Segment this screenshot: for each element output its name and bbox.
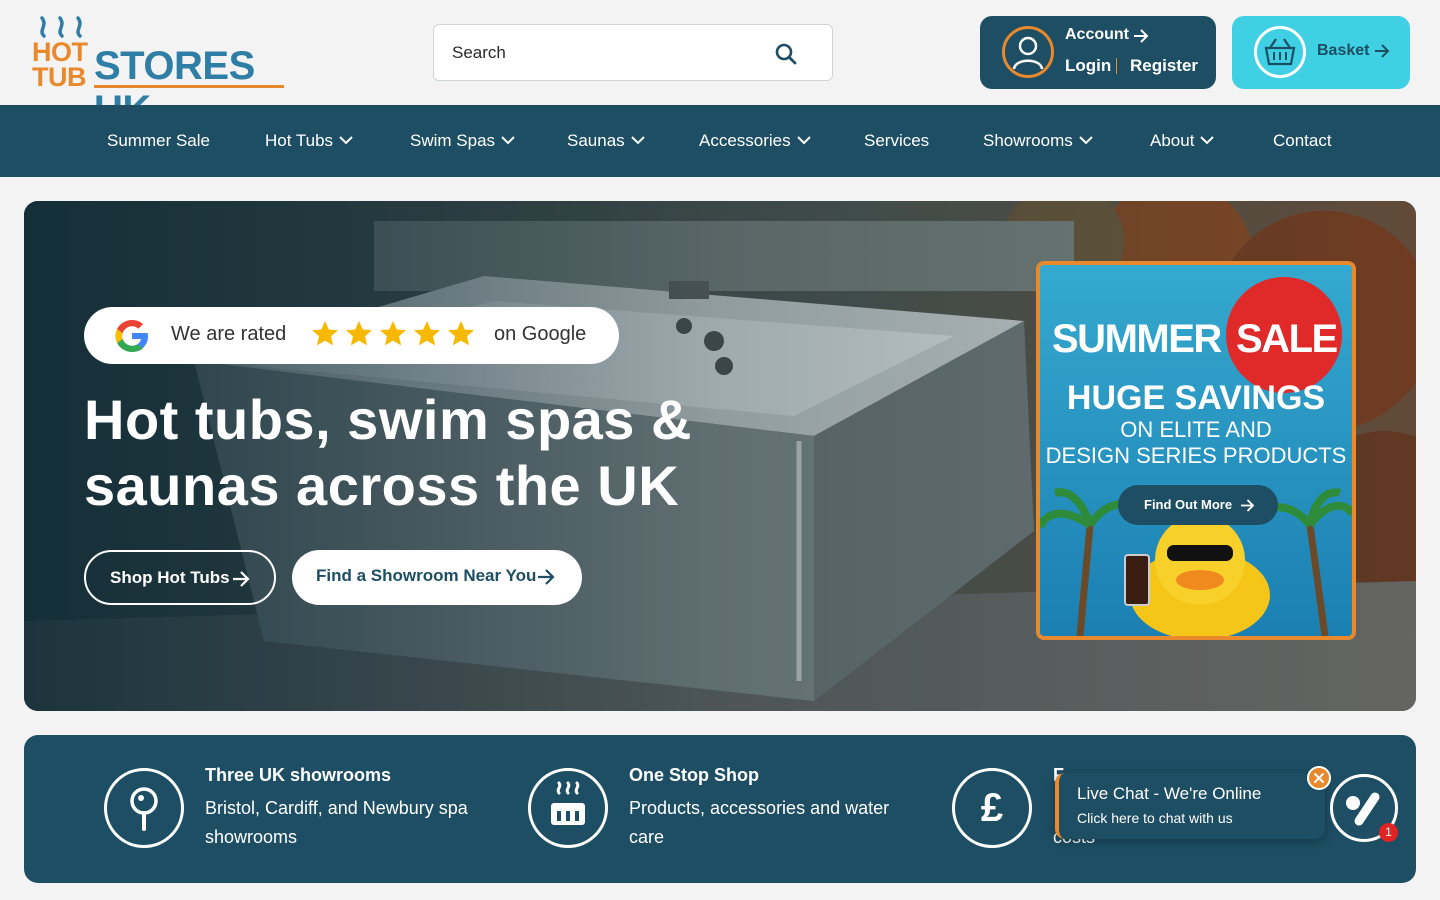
nav-label: Hot Tubs [265,131,334,150]
logo-tub: TUB [32,62,87,92]
search-box [433,24,833,81]
basket-label: Basket [1317,42,1370,59]
nav-label: Accessories [699,131,791,150]
chevron-down-icon [501,135,515,144]
feature-title: One Stop Shop [629,765,759,785]
google-rating-badge: We are rated on Google [84,307,619,364]
arrow-right-icon [538,569,555,585]
hero-banner: We are rated on Google Hot tubs, swim sp… [24,201,1416,711]
nav-item-hot-tubs[interactable]: Hot Tubs [265,105,353,177]
five-stars-icon [312,321,474,346]
live-chat-popup[interactable]: Live Chat - We're Online Click here to c… [1055,773,1325,839]
promo-sale: SALE [1236,317,1338,361]
nav-item-showrooms[interactable]: Showrooms [983,105,1093,177]
chevron-down-icon [1079,135,1093,144]
svg-text:£: £ [981,786,1003,830]
logo-underline [94,85,284,88]
promo-summer: SUMMER [1052,317,1222,361]
find-out-more-button[interactable]: Find Out More [1118,485,1278,525]
nav-item-accessories[interactable]: Accessories [699,105,811,177]
feature-description: Bristol, Cardiff, and Newbury spa showro… [205,798,468,847]
basket-button[interactable]: Basket [1232,16,1410,89]
button-label: Find Out More [1144,497,1233,512]
nav-item-about[interactable]: About [1150,105,1215,177]
promo-huge-savings: HUGE SAVINGS [1066,379,1326,417]
chat-close-button[interactable] [1307,766,1331,790]
summer-sale-promo[interactable]: SUMMER SALE HUGE SAVINGS ON ELITE AND DE… [1036,261,1356,640]
rating-suffix: on Google [494,323,587,345]
shop-hot-tubs-button[interactable]: Shop Hot Tubs [84,550,276,605]
basket-icon [1254,26,1306,78]
nav-label: Showrooms [983,131,1073,150]
hot-tub-icon [528,768,608,848]
pin-icon [104,768,184,848]
divider [1116,58,1117,74]
button-label: Shop Hot Tubs [110,568,230,587]
find-showroom-button[interactable]: Find a Showroom Near You [292,550,582,605]
main-nav: Summer Sale Hot Tubs Swim Spas Saunas Ac… [0,105,1440,177]
nav-label: Summer Sale [107,131,210,150]
site-header: HOT TUB STORES UK Account Login Register [0,0,1440,132]
nav-item-summer-sale[interactable]: Summer Sale [107,105,210,177]
button-label: Find a Showroom Near You [316,566,537,585]
site-logo[interactable]: HOT TUB STORES UK [30,14,290,132]
search-icon[interactable] [774,42,798,66]
chevron-down-icon [630,135,645,144]
nav-item-saunas[interactable]: Saunas [567,105,645,177]
pound-icon: £ [952,768,1032,848]
nav-label: About [1150,131,1195,150]
nav-item-swim-spas[interactable]: Swim Spas [410,105,515,177]
nav-item-services[interactable]: Services [864,105,929,177]
nav-label: Saunas [567,131,625,150]
hero-headline: Hot tubs, swim spas & saunas across the … [84,388,692,517]
feature-description: Products, accessories and water care [629,798,890,847]
google-icon [115,320,148,352]
nav-item-contact[interactable]: Contact [1273,105,1332,177]
rating-prefix: We are rated [171,323,287,345]
chat-title: Live Chat - We're Online [1077,784,1262,803]
arrow-right-icon [233,571,250,587]
arrow-right-icon [1241,499,1255,512]
chevron-down-icon [1200,135,1215,144]
nav-label: Swim Spas [410,131,496,150]
logo-hot: HOT [32,37,88,67]
chat-subtitle: Click here to chat with us [1077,810,1233,826]
register-link[interactable]: Register [1130,56,1198,76]
login-link[interactable]: Login [1065,56,1111,76]
arrow-right-icon [1134,29,1149,43]
nav-label: Services [864,131,930,150]
chevron-down-icon [339,135,353,144]
promo-line-2: DESIGN SERIES PRODUCTS [1045,443,1347,468]
feature-title: Three UK showrooms [205,765,392,785]
account-panel: Account Login Register [980,16,1216,89]
promo-line-1: ON ELITE AND [1120,417,1272,442]
nav-label: Contact [1273,131,1332,150]
search-input[interactable] [452,39,752,67]
arrow-right-icon [1375,44,1390,58]
chevron-down-icon [796,135,811,144]
close-icon [1314,773,1324,783]
chat-notification-badge: 1 [1379,823,1398,842]
user-icon[interactable] [1002,26,1054,78]
account-label[interactable]: Account [1065,26,1129,44]
